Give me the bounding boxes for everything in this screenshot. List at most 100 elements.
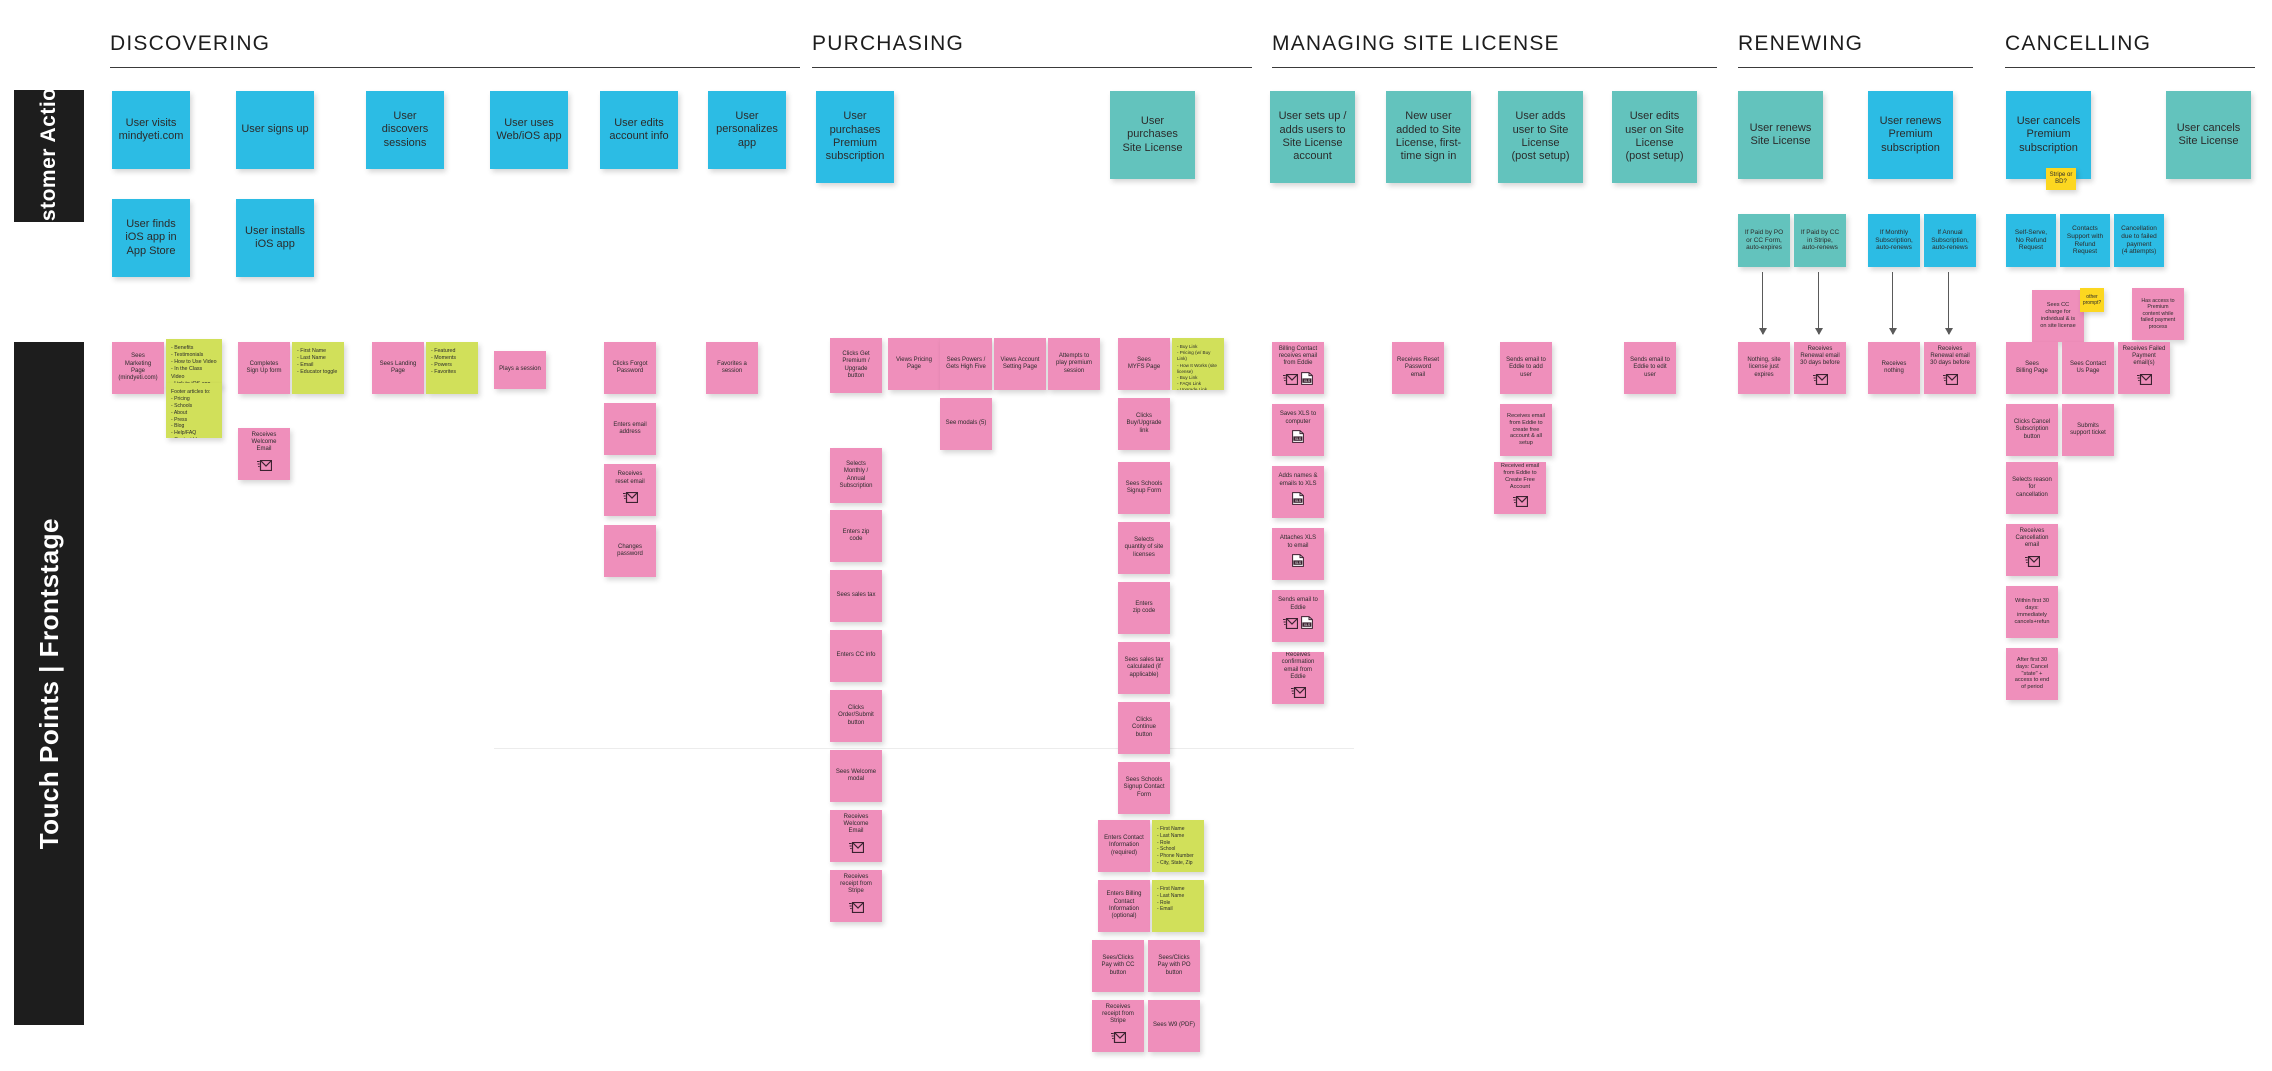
touch-point-note[interactable]: Favorites a session — [706, 342, 758, 394]
touch-point-note[interactable]: See modals (5) — [940, 398, 992, 450]
customer-action-note[interactable]: If Annual Subscription, auto-renews — [1924, 214, 1976, 267]
touch-point-note[interactable]: Sees Schools Signup Form — [1118, 462, 1170, 514]
customer-action-note[interactable]: User renews Premium subscription — [1868, 91, 1953, 179]
touch-point-note[interactable]: Saves XLS to computer XLS — [1272, 404, 1324, 456]
touch-point-note[interactable]: Has access to Premium content while fail… — [2132, 288, 2184, 340]
customer-action-note[interactable]: User purchases Premium subscription — [816, 91, 894, 183]
customer-action-note[interactable]: User discovers sessions — [366, 91, 444, 169]
customer-action-note[interactable]: User adds user to Site License (post set… — [1498, 91, 1583, 183]
touch-point-note[interactable]: - First Name - Last Name - Email - Educa… — [292, 342, 344, 394]
touch-point-note[interactable]: - First Name - Last Name - Role - Email — [1152, 880, 1204, 932]
touch-point-note[interactable]: Sees W9 (PDF) — [1148, 1000, 1200, 1052]
customer-action-note[interactable]: Cancellation due to failed payment (4 at… — [2114, 214, 2164, 267]
touch-point-note[interactable]: Enters Billing Contact Information (opti… — [1098, 880, 1150, 932]
touch-point-note[interactable]: Receives Reset Password email — [1392, 342, 1444, 394]
customer-action-note[interactable]: User edits user on Site License (post se… — [1612, 91, 1697, 183]
customer-action-note[interactable]: User cancels Premium subscription — [2006, 91, 2091, 179]
touch-point-note[interactable]: Enters Contact Information (required) — [1098, 820, 1150, 872]
touch-point-note[interactable]: Sees Landing Page — [372, 342, 424, 394]
touch-point-note[interactable]: Sees CC charge for individual & is on si… — [2032, 290, 2084, 342]
touch-point-note[interactable]: Sees/Clicks Pay with PO button — [1148, 940, 1200, 992]
touch-point-note[interactable]: Completes Sign Up form — [238, 342, 290, 394]
touch-point-note[interactable]: Receives nothing — [1868, 342, 1920, 394]
touch-point-note[interactable]: Sends email to Eddie to add user — [1500, 342, 1552, 394]
touch-point-note[interactable]: Within first 30 days: immediately cancel… — [2006, 586, 2058, 638]
note-text: Clicks Continue button — [1131, 717, 1157, 738]
touch-point-note[interactable]: Sees sales tax calculated (if applicable… — [1118, 642, 1170, 694]
touch-point-note[interactable]: Selects reason for cancellation — [2006, 462, 2058, 514]
customer-action-note[interactable]: Contacts Support with Refund Request — [2060, 214, 2110, 267]
touch-point-note[interactable]: Enters email address — [604, 403, 656, 455]
touch-point-note[interactable]: Changes password — [604, 525, 656, 577]
touch-point-note[interactable]: Submits support ticket — [2062, 404, 2114, 456]
touch-point-note[interactable]: Enters zip code — [830, 510, 882, 562]
touch-point-note[interactable]: Receives confirmation email from Eddie — [1272, 652, 1324, 704]
touch-point-note[interactable]: Attempts to play premium session — [1048, 338, 1100, 390]
touch-point-note[interactable]: Sees Contact Us Page — [2062, 342, 2114, 394]
touch-point-note[interactable]: Receives email from Eddie to create free… — [1500, 404, 1552, 456]
touch-point-note[interactable]: Sees Welcome modal — [830, 750, 882, 802]
touch-point-note[interactable]: After first 30 days: Cancel "state" + ac… — [2006, 648, 2058, 700]
customer-action-note[interactable]: User personalizes app — [708, 91, 786, 169]
touch-point-note[interactable]: Received email from Eddie to Create Free… — [1494, 462, 1546, 514]
touch-point-note[interactable]: Receives receipt from Stripe — [830, 870, 882, 922]
touch-point-note[interactable]: Receives Renewal email 30 days before — [1794, 342, 1846, 394]
touch-point-note[interactable]: Receives Welcome Email — [830, 810, 882, 862]
customer-action-note[interactable]: User edits account info — [600, 91, 678, 169]
touch-point-note[interactable]: Views Account Setting Page — [994, 338, 1046, 390]
touch-point-note[interactable]: Enters CC info — [830, 630, 882, 682]
touch-point-note[interactable]: Receives Cancellation email — [2006, 524, 2058, 576]
customer-action-note[interactable]: User signs up — [236, 91, 314, 169]
customer-action-note[interactable]: User installs iOS app — [236, 199, 314, 277]
touch-point-note[interactable]: Sees Powers / Gets High Five — [940, 338, 992, 390]
customer-action-note[interactable]: User cancels Site License — [2166, 91, 2251, 179]
touch-point-note[interactable]: Attaches XLS to email XLS — [1272, 528, 1324, 580]
customer-action-note[interactable]: User uses Web/iOS app — [490, 91, 568, 169]
customer-action-note[interactable]: User sets up / adds users to Site Licens… — [1270, 91, 1355, 183]
customer-action-note[interactable]: If Monthly Subscription, auto-renews — [1868, 214, 1920, 267]
touch-point-note[interactable]: Selects quantity of site licenses — [1118, 522, 1170, 574]
touch-point-note[interactable]: Sends email to Eddie XLS — [1272, 590, 1324, 642]
touch-point-note[interactable]: - Featured - Moments - Powers - Favorite… — [426, 342, 478, 394]
touch-point-note[interactable]: Sends email to Eddie to edit user — [1624, 342, 1676, 394]
touch-point-note[interactable]: Clicks Forgot Password — [604, 342, 656, 394]
touch-point-note[interactable]: Views Pricing Page — [888, 338, 940, 390]
touch-point-note[interactable]: Sees Schools Signup Contact Form — [1118, 762, 1170, 814]
touch-point-note[interactable]: Clicks Cancel Subscription button — [2006, 404, 2058, 456]
customer-action-note[interactable]: User renews Site License — [1738, 91, 1823, 179]
customer-action-note[interactable]: If Paid by CC in Stripe, auto-renews — [1794, 214, 1846, 267]
customer-action-note[interactable]: If Paid by PO or CC Form, auto-expires — [1738, 214, 1790, 267]
touch-point-note[interactable]: Sees MYFS Page — [1118, 338, 1170, 390]
touch-point-note[interactable]: Billing Contact receives email from Eddi… — [1272, 342, 1324, 394]
touch-point-note[interactable]: Clicks Order/Submit button — [830, 690, 882, 742]
touch-point-note[interactable]: Receives Welcome Email — [238, 428, 290, 480]
touch-point-note[interactable]: Clicks Get Premium / Upgrade button — [830, 338, 882, 393]
touch-point-note[interactable]: Receives Failed Payment email(s) — [2118, 342, 2170, 394]
touch-point-note[interactable]: Plays a session — [494, 351, 546, 389]
customer-action-note[interactable]: New user added to Site License, first- t… — [1386, 91, 1471, 183]
customer-action-note[interactable]: User finds iOS app in App Store — [112, 199, 190, 277]
touch-point-note[interactable]: Sees Billing Page — [2006, 342, 2058, 394]
note-icon-row — [2136, 371, 2152, 391]
touch-point-note[interactable]: Sees sales tax — [830, 570, 882, 622]
customer-action-note[interactable]: Self-Serve, No Refund Request — [2006, 214, 2056, 267]
touch-point-note[interactable]: Nothing, site license just expires — [1738, 342, 1790, 394]
touch-point-note[interactable]: Selects Monthly / Annual Subscription — [830, 448, 882, 503]
touch-point-note[interactable]: Receives reset email — [604, 464, 656, 516]
customer-action-note[interactable]: User purchases Site License — [1110, 91, 1195, 179]
touch-point-note[interactable]: Sees Marketing Page (mindyeti.com) — [112, 342, 164, 394]
touch-point-note[interactable]: Clicks Continue button — [1118, 702, 1170, 754]
touch-point-note[interactable]: Footer articles to: - Pricing - Schools … — [166, 383, 222, 438]
touch-point-note[interactable]: other prompt? — [2080, 288, 2104, 312]
touch-point-note[interactable]: Receives receipt from Stripe — [1092, 1000, 1144, 1052]
touch-point-note[interactable]: Sees/Clicks Pay with CC button — [1092, 940, 1144, 992]
touch-point-note[interactable]: Enters zip code — [1118, 582, 1170, 634]
touch-point-note[interactable]: Adds names & emails to XLS XLS — [1272, 466, 1324, 518]
customer-action-note[interactable]: Stripe or BD? — [2046, 168, 2076, 190]
touch-point-note[interactable]: - First Name - Last Name - Role - School… — [1152, 820, 1204, 872]
touch-point-note[interactable]: - Benefits - Testimonials - How to Use V… — [166, 339, 222, 387]
touch-point-note[interactable]: Clicks Buy/Upgrade link — [1118, 398, 1170, 450]
customer-action-note[interactable]: User visits mindyeti.com — [112, 91, 190, 169]
touch-point-note[interactable]: Receives Renewal email 30 days before — [1924, 342, 1976, 394]
touch-point-note[interactable]: - Buy Link - Pricing (w/ Buy Link) - How… — [1172, 338, 1224, 390]
